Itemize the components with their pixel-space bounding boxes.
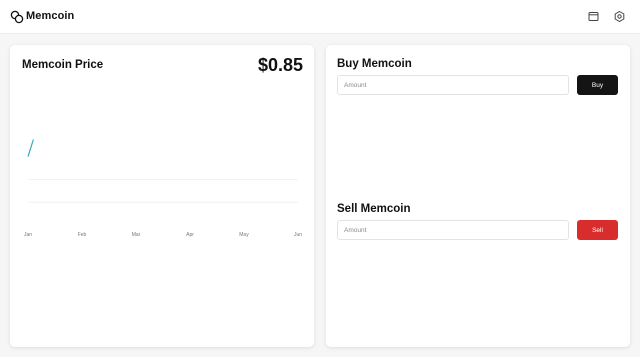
price-card: Memcoin Price $0.85 Jan Feb Mar Apr May Jun [10, 45, 314, 347]
series-line-0 [27, 139, 34, 157]
x-tick-label: Apr [186, 232, 194, 238]
x-tick-label: Feb [78, 232, 87, 238]
price-title: Memcoin Price [22, 59, 104, 71]
sell-title: Sell Memcoin [337, 203, 411, 215]
x-tick-label: Jan [24, 232, 32, 238]
price-chart: Jan Feb Mar Apr May Jun [24, 139, 302, 238]
x-tick-label: Mar [132, 232, 141, 238]
x-tick-label: Jun [294, 232, 302, 238]
wallet-icon[interactable] [587, 10, 600, 23]
logo-icon [10, 10, 24, 24]
top-bar: Memcoin [0, 0, 640, 34]
buy-title: Buy Memcoin [337, 58, 412, 70]
sell-button[interactable]: Sell [577, 220, 618, 240]
sell-amount-input[interactable] [337, 220, 569, 240]
app-name: Memcoin [26, 10, 75, 22]
buy-button[interactable]: Buy [577, 75, 618, 95]
trade-card: Buy Memcoin Buy Sell Memcoin Sell [326, 45, 630, 347]
x-tick-label: May [239, 232, 249, 238]
gear-icon[interactable] [613, 10, 626, 23]
buy-amount-input[interactable] [337, 75, 569, 95]
